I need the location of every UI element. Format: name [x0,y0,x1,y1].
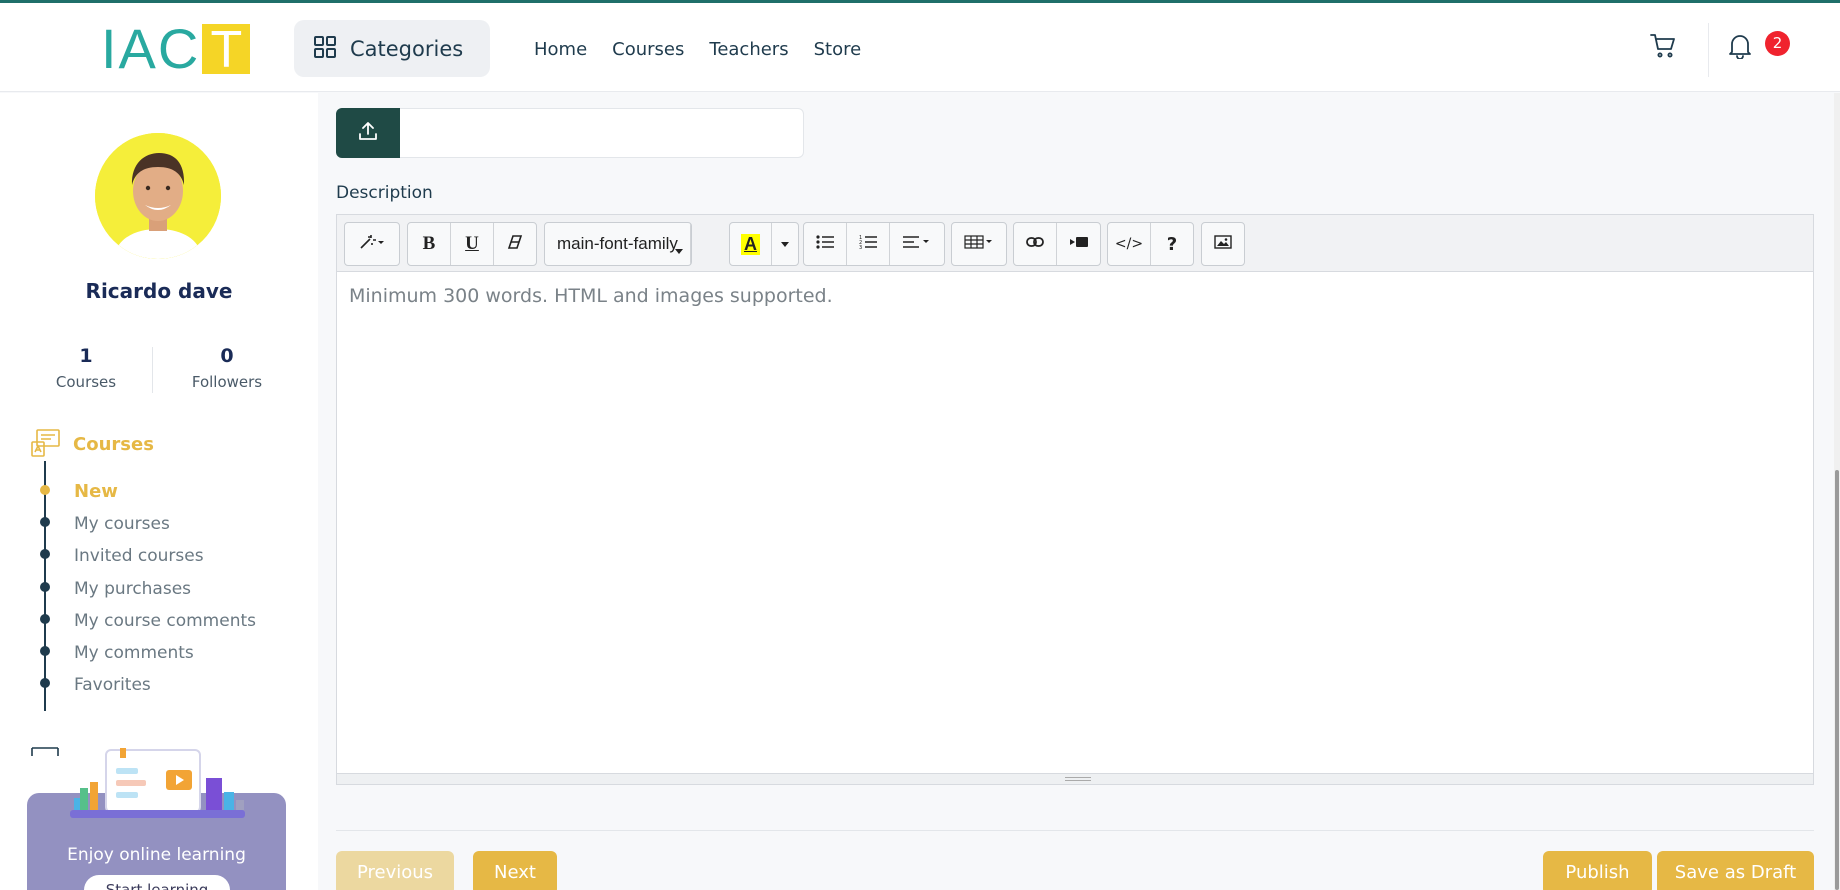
paragraph-group: 123 [803,222,945,266]
sidebar: Ricardo dave 1 Courses 0 Followers Cours… [0,93,318,890]
menu-dot [40,646,50,656]
text-color-dropdown[interactable] [772,223,798,265]
sidebar-item-my-purchases[interactable]: My purchases [74,579,191,599]
stat-divider [152,347,153,393]
caret-down-icon [674,240,683,259]
grid-icon [314,35,336,62]
caret-down-icon [781,235,789,253]
cart-icon[interactable] [1650,33,1676,63]
stat-courses-value: 1 [79,345,93,367]
image-group [1201,222,1245,266]
notification-badge[interactable]: 2 [1765,31,1790,56]
next-button[interactable]: Next [473,851,557,890]
sidebar-item-my-comments[interactable]: My comments [74,643,194,663]
nav-store[interactable]: Store [814,39,862,60]
top-header: IAC T Categories Home Courses Teachers St… [0,3,1840,92]
editor-resize-bar[interactable] [337,773,1813,784]
unordered-list-button[interactable] [804,223,847,265]
logo-box-letter: T [202,24,251,76]
rich-text-editor: B U main-font-family A 1 2 3 </> ? Minim… [336,214,1814,785]
categories-label: Categories [350,36,464,61]
stat-followers: 0 Followers [167,345,287,391]
sidebar-item-invited-courses[interactable]: Invited courses [74,546,204,566]
code-view-button[interactable]: </> [1108,223,1151,265]
bell-icon[interactable] [1728,33,1752,63]
text-color-letter: A [741,233,760,255]
ordered-list-button[interactable]: 123 [847,223,890,265]
header-divider [1708,23,1709,77]
stat-followers-value: 0 [220,345,234,367]
publish-button[interactable]: Publish [1543,851,1652,890]
menu-dot [40,549,50,559]
sidebar-item-my-courses[interactable]: My courses [74,514,170,534]
menu-dot [40,678,50,688]
sidebar-item-my-course-comments[interactable]: My course comments [74,611,256,631]
previous-button[interactable]: Previous [336,851,454,890]
description-label: Description [336,183,433,203]
color-group: A [729,222,799,266]
nav-teachers[interactable]: Teachers [709,39,788,60]
link-icon [1026,235,1044,253]
magic-wand-icon [359,234,385,255]
promo-text: Enjoy online learning [67,845,246,865]
image-icon [1214,234,1232,254]
menu-dot [40,582,50,592]
upload-path-input[interactable] [400,108,804,158]
menu-dot [40,517,50,527]
menu-dot [40,485,50,495]
table-icon [964,234,994,254]
scrollbar-thumb[interactable] [1835,470,1839,890]
sidebar-item-new[interactable]: New [74,481,118,502]
insert-group [1013,222,1101,266]
stat-followers-label: Followers [191,373,263,391]
start-learning-button[interactable]: Start learning [84,875,230,890]
numbered-list-icon: 123 [859,234,877,255]
nav-home[interactable]: Home [534,39,587,60]
save-draft-button[interactable]: Save as Draft [1657,851,1814,890]
upload-icon [357,120,379,146]
text-color-button[interactable]: A [730,223,772,265]
sidebar-section-courses[interactable]: Courses [73,434,154,455]
table-button[interactable] [952,223,1006,265]
clear-format-button[interactable] [494,223,536,265]
align-dropdown-button[interactable] [890,223,944,265]
bold-button[interactable]: B [408,223,451,265]
sidebar-item-favorites[interactable]: Favorites [74,675,151,695]
style-group [344,222,400,266]
editor-placeholder[interactable]: Minimum 300 words. HTML and images suppo… [349,285,833,307]
divider [336,830,1814,831]
font-family-select[interactable]: main-font-family [544,222,692,266]
help-button[interactable]: ? [1151,223,1193,265]
video-icon [1069,235,1088,253]
stat-courses: 1 Courses [26,345,146,391]
upload-button[interactable] [336,108,400,158]
editor-toolbar: B U main-font-family A 1 2 3 </> ? [337,215,1813,272]
menu-dot [40,614,50,624]
align-left-icon [903,235,931,253]
logo-text: IAC [101,17,201,80]
table-group [951,222,1007,266]
resize-grip-icon [1065,777,1091,781]
bullet-list-icon [816,234,834,254]
user-name: Ricardo dave [85,279,233,303]
eraser-icon [507,234,523,255]
svg-text:3: 3 [859,245,862,250]
laptop-illustration [50,744,265,832]
nav-courses[interactable]: Courses [612,39,684,60]
site-logo[interactable]: IAC T [101,17,251,80]
video-button[interactable] [1057,223,1100,265]
underline-button[interactable]: U [451,223,494,265]
magic-style-button[interactable] [345,223,399,265]
misc-group: </> ? [1107,222,1194,266]
insert-image-button[interactable] [1202,223,1244,265]
format-group: B U [407,222,537,266]
courses-board-icon [31,428,61,462]
avatar[interactable] [95,133,221,259]
link-button[interactable] [1014,223,1057,265]
stat-courses-label: Courses [55,373,117,391]
font-family-value: main-font-family [545,223,691,265]
categories-button[interactable]: Categories [294,20,490,77]
main-nav: Home Courses Teachers Store [534,39,861,60]
